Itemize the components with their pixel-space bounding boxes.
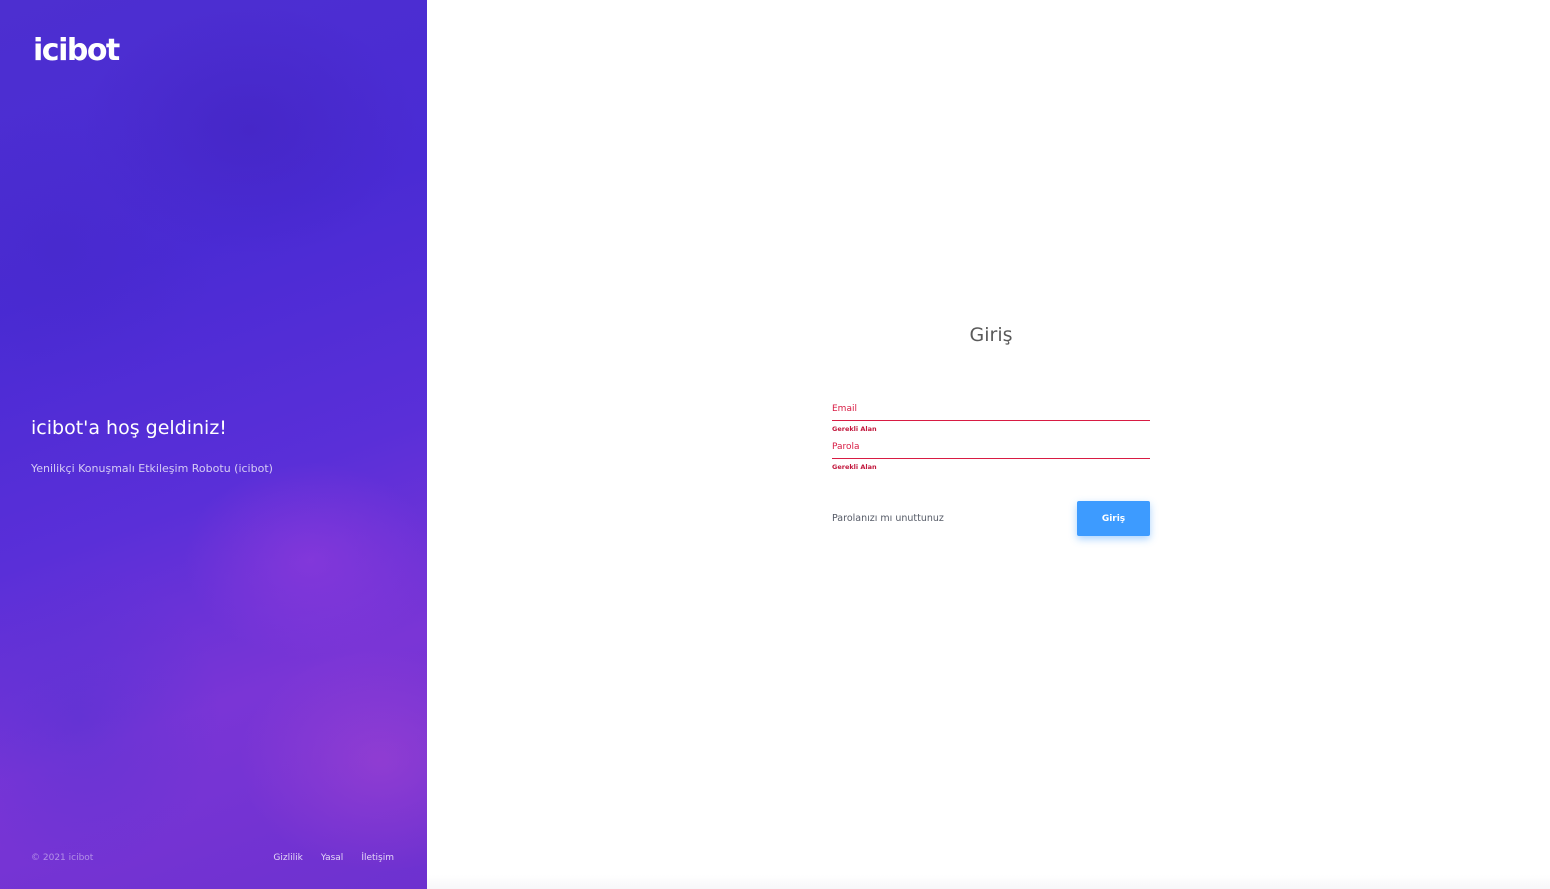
- privacy-link[interactable]: Gizlilik: [273, 853, 302, 863]
- login-title: Giriş: [969, 324, 1013, 346]
- password-label: Parola: [832, 442, 860, 452]
- welcome-title: icibot'a hoş geldiniz!: [31, 417, 227, 439]
- password-field-group: Parola Gerekli Alan: [832, 441, 1150, 473]
- email-label: Email: [832, 404, 857, 414]
- password-field[interactable]: [832, 453, 1150, 459]
- brand-panel-footer: © 2021 icibot Gizlilik Yasal İletişim: [31, 851, 394, 865]
- email-field[interactable]: [832, 415, 1150, 421]
- password-error-text: Gerekli Alan: [832, 463, 877, 471]
- brand-panel: icibot icibot'a hoş geldiniz! Yenilikçi …: [0, 0, 427, 889]
- login-button[interactable]: Giriş: [1077, 501, 1150, 536]
- login-panel: Giriş Email Gerekli Alan Parola Gerekli …: [427, 0, 1550, 889]
- footer-links: Gizlilik Yasal İletişim: [273, 853, 394, 863]
- copyright-text: © 2021 icibot: [31, 853, 94, 863]
- welcome-subtitle: Yenilikçi Konuşmalı Etkileşim Robotu (ic…: [31, 462, 273, 475]
- form-actions: Parolanızı mı unuttunuz Giriş: [832, 501, 1150, 536]
- login-page: icibot icibot'a hoş geldiniz! Yenilikçi …: [0, 0, 1550, 889]
- icibot-logo[interactable]: icibot: [33, 36, 120, 66]
- legal-link[interactable]: Yasal: [321, 853, 343, 863]
- login-form: Giriş Email Gerekli Alan Parola Gerekli …: [832, 322, 1150, 536]
- forgot-password-link[interactable]: Parolanızı mı unuttunuz: [832, 513, 944, 524]
- contact-link[interactable]: İletişim: [361, 853, 394, 863]
- bottom-fade: [427, 875, 1550, 889]
- email-error-text: Gerekli Alan: [832, 425, 877, 433]
- email-field-group: Email Gerekli Alan: [832, 403, 1150, 435]
